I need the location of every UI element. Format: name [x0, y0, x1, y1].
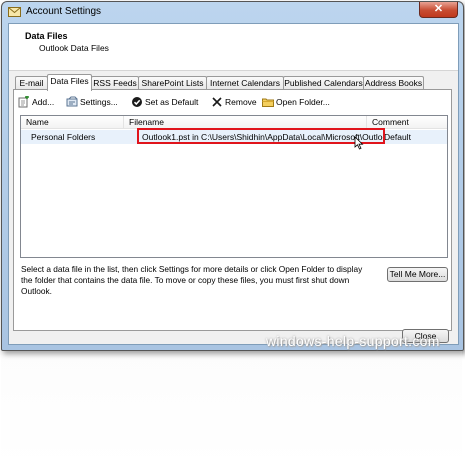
account-settings-icon	[8, 7, 21, 17]
open-folder-label: Open Folder...	[276, 97, 330, 107]
settings-label: Settings...	[80, 97, 118, 107]
tab-internet-calendars[interactable]: Internet Calendars	[206, 76, 284, 90]
settings-icon	[66, 96, 78, 107]
add-label: Add...	[32, 97, 55, 107]
header-subtitle: Outlook Data Files	[39, 43, 109, 53]
tab-sharepoint-lists[interactable]: SharePoint Lists	[138, 76, 207, 90]
remove-label: Remove	[225, 97, 257, 107]
dialog-header: Data Files Outlook Data Files	[9, 24, 458, 71]
tab-email[interactable]: E-mail	[15, 76, 48, 90]
settings-button[interactable]: Settings...	[66, 95, 126, 109]
reflection-backdrop	[1, 351, 462, 469]
set-as-default-label: Set as Default	[145, 97, 199, 107]
window-close-button[interactable]: ✕	[419, 2, 458, 18]
tab-data-files[interactable]: Data Files	[47, 74, 92, 91]
filename-highlight-box	[137, 128, 385, 144]
window-title: Account Settings	[26, 6, 102, 17]
tab-address-books[interactable]: Address Books	[363, 76, 424, 90]
account-settings-window: Account Settings ✕ Data Files Outlook Da…	[1, 1, 464, 351]
mouse-cursor-icon	[354, 136, 364, 150]
open-folder-button[interactable]: Open Folder...	[262, 95, 337, 109]
remove-button[interactable]: Remove	[211, 95, 261, 109]
dialog-client-area: Data Files Outlook Data Files E-mail Dat…	[8, 23, 459, 345]
title-bar[interactable]: Account Settings ✕	[2, 2, 463, 23]
column-header-name[interactable]: Name	[21, 116, 124, 129]
set-as-default-button[interactable]: Set as Default	[131, 95, 206, 109]
checkmark-circle-icon	[132, 97, 142, 107]
data-files-panel: Add... Settings... Set as Default Remove…	[13, 89, 452, 331]
row-name: Personal Folders	[31, 132, 96, 142]
folder-icon	[262, 98, 274, 107]
data-files-list[interactable]: Name Filename Comment Personal Folders O…	[20, 115, 448, 258]
watermark-text: windows-help-support.com	[266, 333, 440, 349]
window-reflection	[1, 351, 462, 469]
header-title: Data Files	[25, 31, 68, 41]
add-icon	[18, 96, 29, 108]
description-text: Select a data file in the list, then cli…	[21, 264, 363, 296]
tab-rss-feeds[interactable]: RSS Feeds	[91, 76, 139, 90]
tell-me-more-button[interactable]: Tell Me More...	[387, 267, 448, 282]
add-button[interactable]: Add...	[18, 95, 58, 109]
tab-published-calendars[interactable]: Published Calendars	[283, 76, 364, 90]
row-comment: Default	[384, 132, 411, 142]
remove-x-icon	[212, 97, 222, 107]
